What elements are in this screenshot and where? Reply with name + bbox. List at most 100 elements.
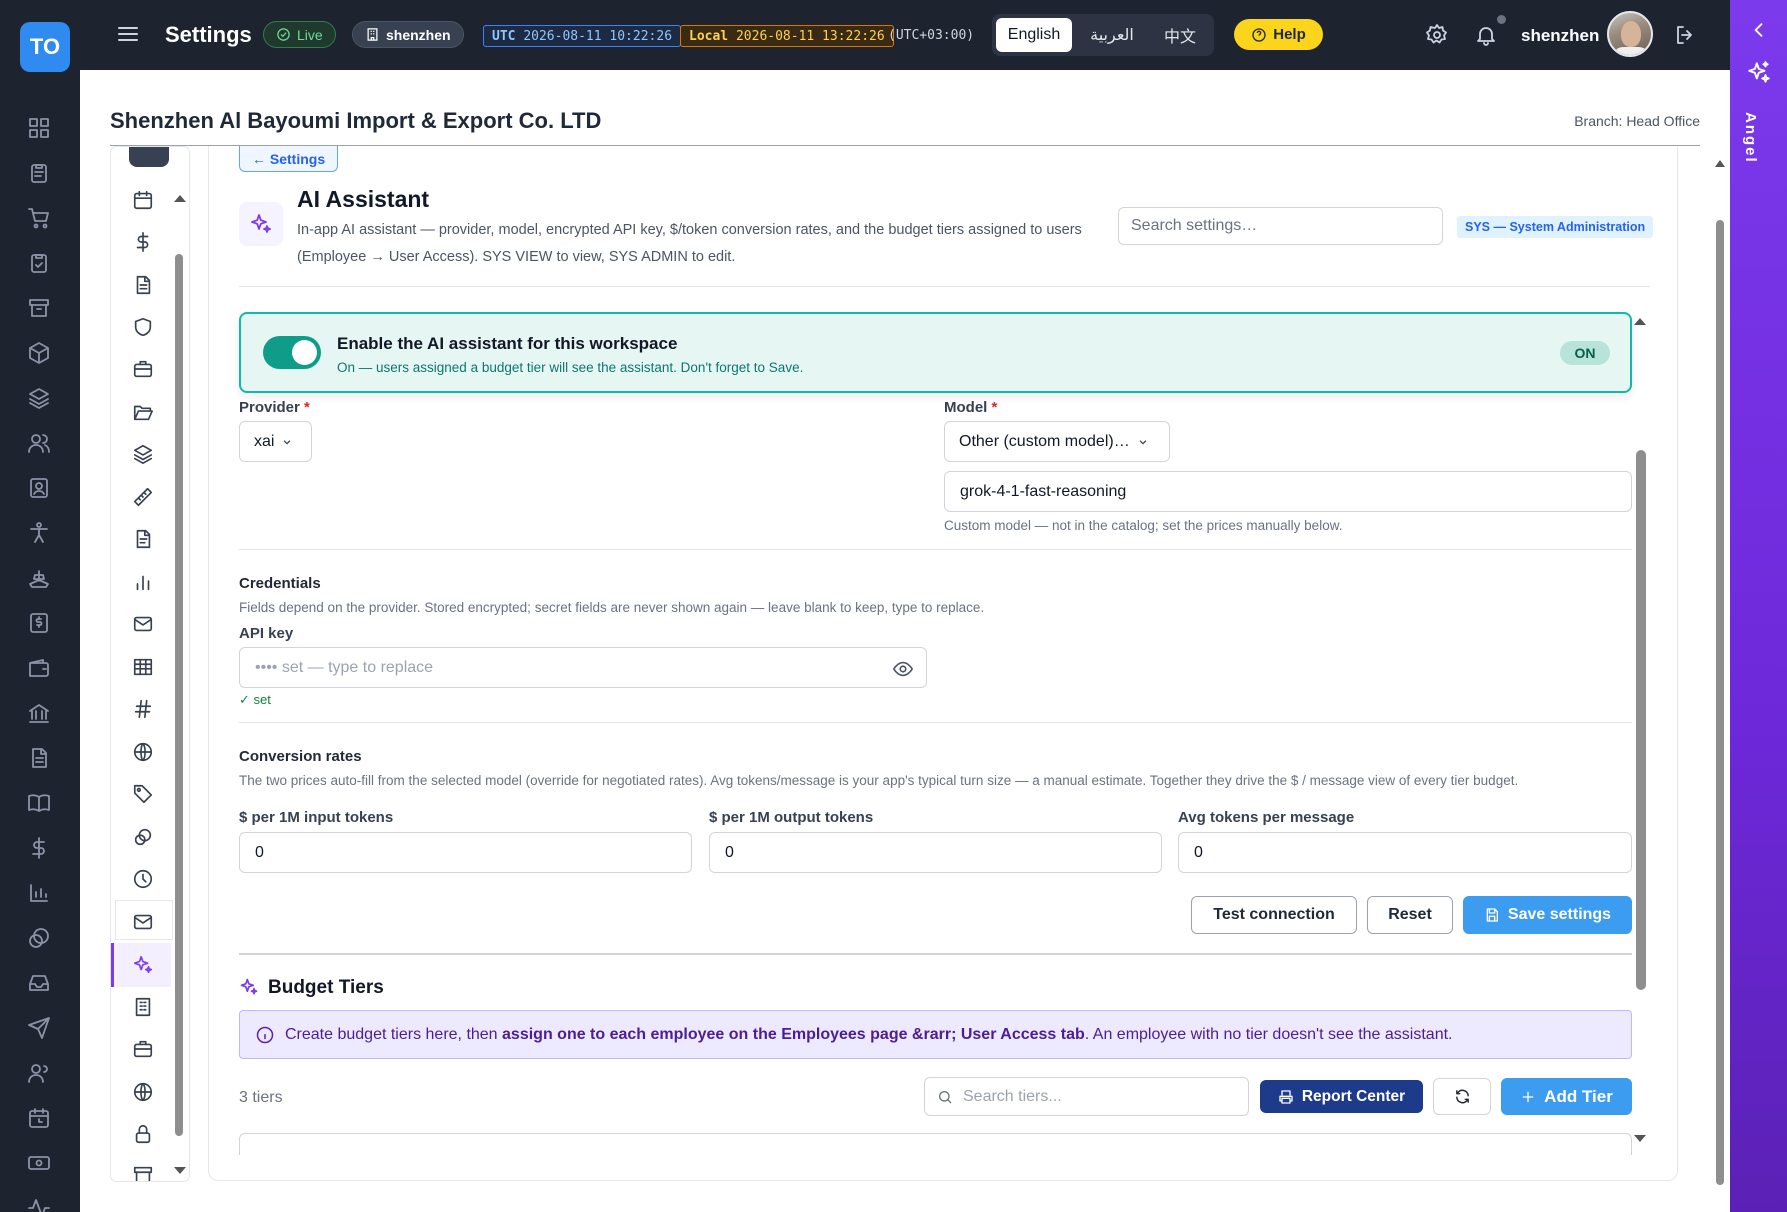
dollar-icon[interactable] <box>27 836 51 860</box>
divider <box>239 549 1632 550</box>
bar-chart-icon[interactable] <box>132 571 154 593</box>
dashboard-icon[interactable] <box>27 116 51 140</box>
tiers-table <box>239 1133 1632 1155</box>
reset-button[interactable]: Reset <box>1367 896 1453 934</box>
bank-icon[interactable] <box>27 701 51 725</box>
tag-icon[interactable] <box>132 783 154 805</box>
ruler-icon[interactable] <box>132 486 154 508</box>
input-price-field[interactable]: 0 <box>239 832 692 873</box>
budget-info-banner: Create budget tiers here, then assign on… <box>239 1010 1632 1059</box>
coins-icon[interactable] <box>132 826 154 848</box>
refresh-button[interactable] <box>1433 1078 1491 1115</box>
help-button[interactable]: Help <box>1234 19 1323 50</box>
menu-icon[interactable] <box>116 22 140 46</box>
test-connection-button[interactable]: Test connection <box>1191 896 1357 934</box>
nav-scrollbar[interactable] <box>175 192 183 1152</box>
form-scrollbar[interactable] <box>1636 450 1646 990</box>
user-name[interactable]: shenzhen <box>1521 26 1599 46</box>
scroll-thumb[interactable] <box>1716 220 1724 1185</box>
logout-icon[interactable] <box>1673 23 1697 47</box>
folder-open-icon[interactable] <box>132 401 154 423</box>
briefcase-icon[interactable] <box>132 1038 154 1060</box>
id-card-icon[interactable] <box>27 476 51 500</box>
api-key-input[interactable]: •••• set — type to replace <box>239 647 927 688</box>
sparkles-icon <box>1746 60 1772 86</box>
search-settings-input[interactable]: Search settings… <box>1118 207 1443 245</box>
briefcase-icon[interactable] <box>132 358 154 380</box>
table-icon[interactable] <box>132 656 154 678</box>
calendar-clock-icon[interactable] <box>27 1106 51 1130</box>
add-tier-button[interactable]: Add Tier <box>1501 1078 1632 1115</box>
page-scrollbar[interactable] <box>1713 160 1727 1190</box>
archive-icon[interactable] <box>132 1164 154 1181</box>
conversion-hint: The two prices auto-fill from the select… <box>239 773 1519 788</box>
nav-top-item[interactable] <box>129 147 169 167</box>
globe-icon[interactable] <box>132 1081 154 1103</box>
search-tiers-input[interactable]: Search tiers... <box>924 1077 1249 1116</box>
lang-english[interactable]: English <box>996 18 1072 52</box>
lang-chinese[interactable]: 中文 <box>1152 18 1208 52</box>
box-icon[interactable] <box>27 341 51 365</box>
eye-icon[interactable] <box>892 658 914 680</box>
clipboard-icon[interactable] <box>27 161 51 185</box>
globe-icon[interactable] <box>132 741 154 763</box>
inbox-icon[interactable] <box>27 971 51 995</box>
send-icon[interactable] <box>27 1016 51 1040</box>
wallet-icon[interactable] <box>27 656 51 680</box>
clock-icon[interactable] <box>132 868 154 890</box>
gear-icon[interactable] <box>1425 23 1449 47</box>
output-price-field[interactable]: 0 <box>709 832 1162 873</box>
ship-icon[interactable] <box>27 566 51 590</box>
envelope-icon[interactable] <box>132 911 154 933</box>
archive-icon[interactable] <box>27 296 51 320</box>
coins-icon[interactable] <box>27 926 51 950</box>
api-key-label: API key <box>239 625 294 642</box>
mail-icon[interactable] <box>132 613 154 635</box>
clipboard-check-icon[interactable] <box>27 251 51 275</box>
report-center-button[interactable]: Report Center <box>1260 1080 1423 1113</box>
users-icon[interactable] <box>27 431 51 455</box>
invoice-dollar-icon[interactable] <box>27 611 51 635</box>
lock-icon[interactable] <box>132 1123 154 1145</box>
hash-icon[interactable] <box>132 698 154 720</box>
avg-tokens-field[interactable]: 0 <box>1178 832 1632 873</box>
document-icon[interactable] <box>132 528 154 550</box>
file-text-icon[interactable] <box>132 274 154 296</box>
building-icon[interactable] <box>132 996 154 1018</box>
form-scroll-up[interactable] <box>1634 318 1646 325</box>
cash-icon[interactable] <box>27 1151 51 1175</box>
dollar-icon[interactable] <box>132 231 154 253</box>
app-logo[interactable]: TO <box>20 22 70 72</box>
scroll-up-arrow[interactable] <box>1715 160 1725 167</box>
chevron-left-icon[interactable] <box>1749 20 1769 40</box>
save-settings-button[interactable]: Save settings <box>1463 896 1632 934</box>
team-icon[interactable] <box>27 1061 51 1085</box>
workspace-switcher[interactable]: shenzhen <box>352 21 464 48</box>
enable-toggle[interactable] <box>263 336 321 369</box>
provider-select[interactable]: xai <box>239 421 312 462</box>
accessibility-icon[interactable] <box>27 521 51 545</box>
custom-model-input[interactable]: grok-4-1-fast-reasoning <box>944 471 1632 512</box>
avatar[interactable] <box>1607 11 1653 57</box>
bell-icon[interactable] <box>1474 23 1498 47</box>
search-tiers-placeholder: Search tiers... <box>963 1087 1062 1105</box>
divider <box>239 722 1632 723</box>
bar-chart-icon[interactable] <box>27 881 51 905</box>
back-to-settings-link[interactable]: ← Settings <box>239 146 339 172</box>
assistant-side-panel[interactable]: Angel <box>1730 0 1787 1212</box>
document-icon[interactable] <box>27 746 51 770</box>
shield-icon[interactable] <box>132 316 154 338</box>
nav-scroll-down[interactable] <box>174 1167 186 1174</box>
lang-arabic[interactable]: العربية <box>1076 18 1148 52</box>
book-icon[interactable] <box>27 791 51 815</box>
calendar-icon[interactable] <box>132 189 154 211</box>
cart-icon[interactable] <box>27 206 51 230</box>
activity-icon[interactable] <box>27 1196 51 1212</box>
live-label: Live <box>297 26 323 43</box>
form-scroll-down[interactable] <box>1634 1135 1646 1142</box>
layers-icon[interactable] <box>27 386 51 410</box>
model-select[interactable]: Other (custom model)… <box>944 421 1170 462</box>
save-icon <box>1484 907 1500 923</box>
layers-icon[interactable] <box>132 443 154 465</box>
sparkles-icon[interactable] <box>132 954 154 976</box>
